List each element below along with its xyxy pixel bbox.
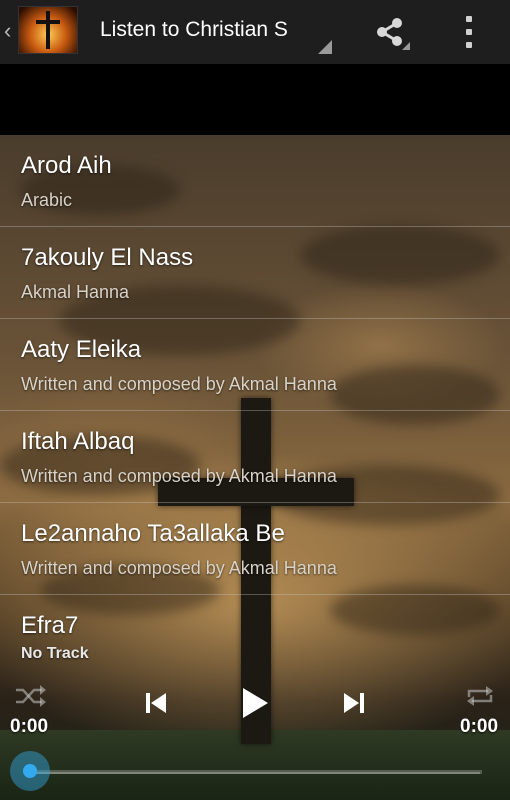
track-title: Arod Aih xyxy=(21,152,112,179)
app-logo-cross-icon[interactable] xyxy=(18,6,78,54)
track-title: 7akouly El Nass xyxy=(21,244,194,271)
track-row[interactable]: Iftah Albaq Written and composed by Akma… xyxy=(0,411,510,503)
previous-icon[interactable] xyxy=(144,690,168,716)
track-subtitle: Written and composed by Akmal Hanna xyxy=(21,558,337,578)
share-corner-icon xyxy=(402,42,410,50)
spinner-corner-icon xyxy=(318,40,332,54)
seek-bar-track[interactable] xyxy=(30,770,482,774)
elapsed-time: 0:00 xyxy=(10,716,49,737)
menu-dot xyxy=(466,16,472,22)
shuffle-icon[interactable] xyxy=(14,682,48,710)
track-title: Aaty Eleika xyxy=(21,336,142,363)
screen-title[interactable]: Listen to Christian S xyxy=(100,18,302,46)
overflow-menu-button[interactable] xyxy=(456,14,482,50)
track-title: Iftah Albaq xyxy=(21,428,135,455)
track-row[interactable]: Efra7 xyxy=(0,595,510,686)
ad-banner-area xyxy=(0,64,510,135)
now-playing-label: No Track xyxy=(21,645,89,662)
track-title: Efra7 xyxy=(21,612,79,639)
action-bar: ‹ Listen to Christian S xyxy=(0,0,510,64)
total-duration: 0:00 xyxy=(460,716,499,737)
track-row[interactable]: Arod Aih Arabic xyxy=(0,135,510,227)
track-subtitle: Written and composed by Akmal Hanna xyxy=(21,374,337,394)
track-subtitle: Akmal Hanna xyxy=(21,282,130,302)
track-title: Le2annaho Ta3allaka Be xyxy=(21,520,285,547)
seek-bar-thumb[interactable] xyxy=(10,751,50,791)
back-chevron-icon[interactable]: ‹ xyxy=(4,18,11,44)
track-row[interactable]: Aaty Eleika Written and composed by Akma… xyxy=(0,319,510,411)
menu-dot xyxy=(466,42,472,48)
menu-dot xyxy=(466,29,472,35)
track-list: Arod Aih Arabic 7akouly El Nass Akmal Ha… xyxy=(0,135,510,686)
next-icon[interactable] xyxy=(342,690,366,716)
track-row[interactable]: Le2annaho Ta3allaka Be Written and compo… xyxy=(0,503,510,595)
track-row[interactable]: 7akouly El Nass Akmal Hanna xyxy=(0,227,510,319)
track-subtitle: Arabic xyxy=(21,190,73,210)
repeat-icon[interactable] xyxy=(464,682,496,710)
track-subtitle: Written and composed by Akmal Hanna xyxy=(21,466,337,486)
play-icon[interactable] xyxy=(240,686,270,720)
